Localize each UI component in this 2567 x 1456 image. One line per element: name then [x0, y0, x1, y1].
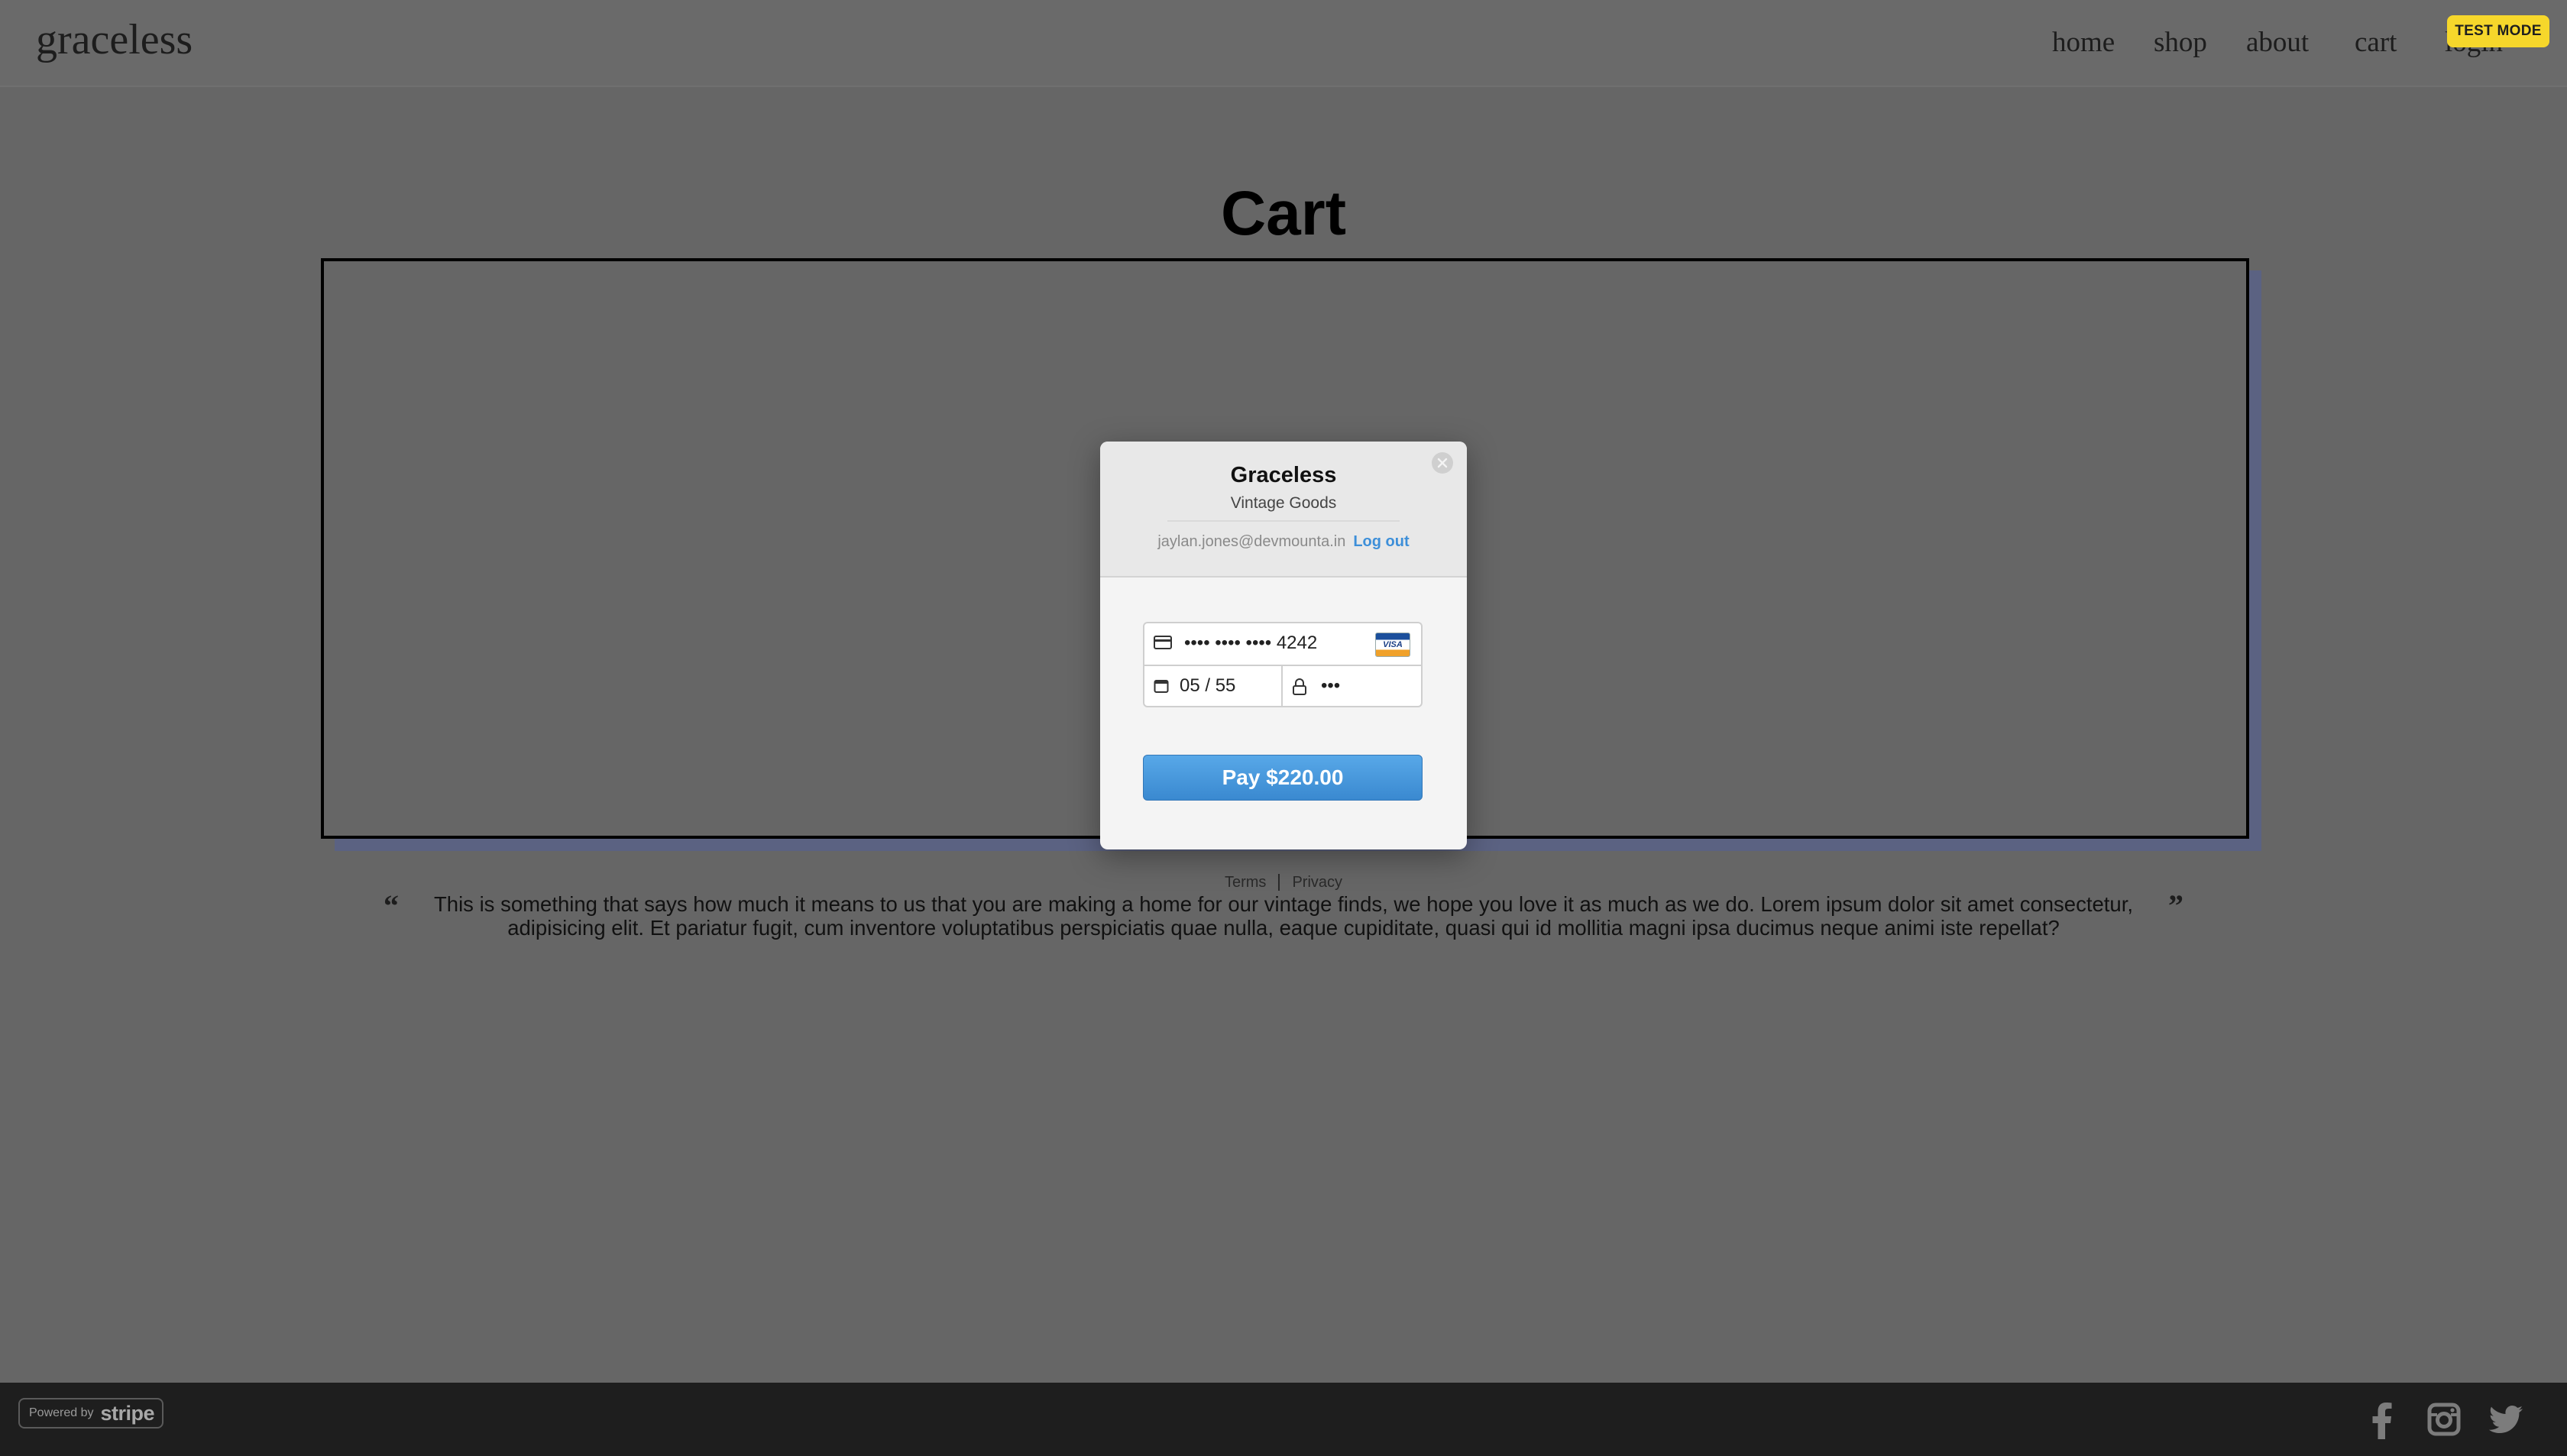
page-title: Cart [1220, 178, 1347, 248]
site-header: graceless home shop about cart login TES… [0, 0, 2567, 87]
stripe-wordmark: stripe [100, 1401, 155, 1425]
modal-header: Graceless Vintage Goods jaylan.jones@dev… [1100, 442, 1467, 578]
merchant-name: Graceless [1230, 463, 1337, 487]
nav-shop[interactable]: shop [2154, 26, 2207, 59]
calendar-icon [1154, 680, 1169, 693]
twitter-icon[interactable] [2489, 1406, 2523, 1433]
cvc-field[interactable]: ••• [1281, 665, 1423, 707]
quote-close-mark: ” [2168, 888, 2183, 923]
logout-link[interactable]: Log out [1353, 533, 1409, 550]
powered-by-label: Powered by [29, 1406, 94, 1419]
nav-about[interactable]: about [2246, 26, 2309, 59]
terms-link[interactable]: Terms [1225, 874, 1266, 891]
expiry-value: 05 / 55 [1180, 675, 1236, 696]
visa-card-icon: VISA [1375, 633, 1410, 657]
account-row: jaylan.jones@devmounta.in Log out [1100, 533, 1467, 551]
expiry-field[interactable]: 05 / 55 [1143, 665, 1283, 707]
card-number-field[interactable]: •••• •••• •••• 4242 VISA [1143, 622, 1423, 665]
site-footer: Powered by stripe [0, 1383, 2567, 1456]
modal-divider [1167, 520, 1400, 522]
quote-open-mark: “ [384, 888, 399, 923]
account-email: jaylan.jones@devmounta.in [1157, 533, 1346, 550]
test-mode-badge: TEST MODE [2447, 15, 2549, 47]
credit-card-icon [1154, 636, 1172, 649]
quote-text: This is something that says how much it … [433, 892, 2133, 940]
pay-button[interactable]: Pay $220.00 [1143, 755, 1423, 801]
privacy-link[interactable]: Privacy [1292, 874, 1342, 891]
cvc-value: ••• [1321, 675, 1341, 696]
powered-by-stripe-badge[interactable]: Powered by stripe [18, 1398, 163, 1428]
card-number-value: •••• •••• •••• 4242 [1184, 633, 1318, 653]
checkout-modal: Graceless Vintage Goods jaylan.jones@dev… [1100, 442, 1467, 849]
legal-separator [1278, 874, 1280, 891]
merchant-description: Vintage Goods [1230, 494, 1337, 512]
facebook-icon[interactable] [2372, 1403, 2392, 1439]
nav-cart[interactable]: cart [2355, 26, 2397, 59]
site-logo[interactable]: graceless [36, 15, 193, 64]
lock-icon [1293, 678, 1306, 695]
instagram-icon[interactable] [2427, 1403, 2461, 1436]
nav-home[interactable]: home [2052, 26, 2115, 59]
